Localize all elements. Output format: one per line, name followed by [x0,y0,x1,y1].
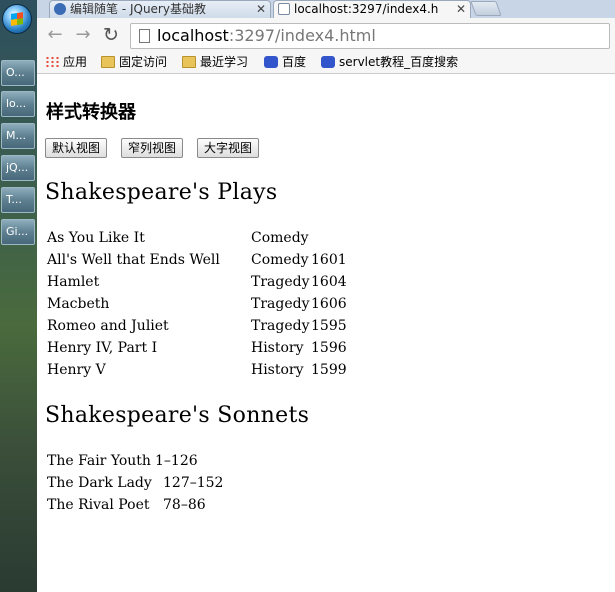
play-genre: History [251,362,304,378]
sonnet-title: The Rival Poet [47,497,150,513]
sonnet-range: 127–152 [163,475,224,491]
page-icon [139,29,150,43]
folder-icon [101,56,115,68]
tab-blog-editor[interactable]: 编辑随笔 - JQuery基础教 ✕ [49,0,271,18]
plays-heading: Shakespeare's Plays [45,180,278,205]
taskbar-item-5[interactable]: T... [1,187,35,213]
tab-strip: 编辑随笔 - JQuery基础教 ✕ localhost:3297/index4… [37,0,615,18]
play-title: All's Well that Ends Well [47,252,220,268]
play-year: 1599 [311,362,347,378]
play-genre: Comedy [251,252,309,268]
taskbar-item-2[interactable]: lo... [1,91,35,117]
play-title: Henry IV, Part I [47,340,158,356]
play-title: Hamlet [47,274,100,290]
bookmark-apps[interactable]: 应用 [45,52,87,73]
play-year: 1596 [311,340,347,356]
sonnet-range: 1–126 [155,453,198,469]
bookmark-baidu[interactable]: 百度 [264,52,306,73]
play-year: 1604 [311,274,347,290]
taskbar-item-1[interactable]: O... [1,60,35,86]
bookmark-label: 应用 [63,55,88,69]
address-bar[interactable]: localhost:3297/index4.html [130,23,610,49]
folder-icon [182,56,196,68]
windows-taskbar: O... lo... M... jQ... T... Gi... [0,0,38,592]
page-content: 样式转换器 默认视图 窄列视图 大字视图 Shakespeare's Plays… [37,74,615,592]
play-genre: Tragedy [251,318,310,334]
url-path: :3297/index4.html [228,26,376,45]
tab-label: localhost:3297/index4.h [294,2,439,16]
apps-grid-icon [45,56,59,68]
play-title: Macbeth [47,296,110,312]
back-icon[interactable]: ← [45,25,65,45]
reload-icon[interactable]: ↻ [101,25,121,45]
bookmark-servlet[interactable]: servlet教程_百度搜索 [321,52,458,73]
bookmark-folder-fixed[interactable]: 固定访问 [101,52,167,73]
bookmark-folder-recent[interactable]: 最近学习 [182,52,248,73]
play-year: 1595 [311,318,347,334]
bookmarks-bar: 应用 固定访问 最近学习 百度 servlet教程_百度搜索 [37,52,615,74]
close-icon[interactable]: ✕ [256,1,266,17]
new-tab-button[interactable] [470,1,502,16]
play-genre: Comedy [251,230,309,246]
narrow-view-button[interactable]: 窄列视图 [121,138,184,158]
large-font-view-button[interactable]: 大字视图 [197,138,260,158]
bookmark-label: 最近学习 [200,55,249,69]
forward-icon[interactable]: → [73,25,93,45]
close-icon[interactable]: ✕ [456,1,466,17]
baidu-paw-icon [264,56,278,68]
play-genre: History [251,340,304,356]
browser-chrome: 编辑随笔 - JQuery基础教 ✕ localhost:3297/index4… [37,0,615,74]
bookmark-label: servlet教程_百度搜索 [339,55,459,69]
sonnet-title: The Fair Youth [47,453,151,469]
url-text: localhost:3297/index4.html [157,24,376,48]
browser-toolbar: ← → ↻ localhost:3297/index4.html [37,18,615,52]
play-year: 1606 [311,296,347,312]
play-genre: Tragedy [251,296,310,312]
play-title: Romeo and Juliet [47,318,169,334]
default-view-button[interactable]: 默认视图 [45,138,108,158]
play-title: Henry V [47,362,106,378]
start-button[interactable] [2,4,32,34]
taskbar-item-3[interactable]: M... [1,123,35,149]
sonnet-title: The Dark Lady [47,475,152,491]
bookmark-label: 百度 [282,55,307,69]
play-title: As You Like It [47,230,145,246]
site-favicon-icon [54,3,66,15]
play-year: 1601 [311,252,347,268]
page-icon [278,3,290,15]
page-title: 样式转换器 [46,102,136,123]
taskbar-item-6[interactable]: Gi... [1,219,35,245]
windows-logo-icon [11,12,23,26]
url-host: localhost [157,26,229,45]
bookmark-label: 固定访问 [119,55,168,69]
sonnets-heading: Shakespeare's Sonnets [45,403,310,428]
tab-label: 编辑随笔 - JQuery基础教 [70,2,206,16]
taskbar-item-4[interactable]: jQ... [1,155,35,181]
tab-localhost[interactable]: localhost:3297/index4.h ✕ [273,0,471,18]
play-genre: Tragedy [251,274,310,290]
sonnet-range: 78–86 [163,497,206,513]
baidu-paw-icon [321,56,335,68]
